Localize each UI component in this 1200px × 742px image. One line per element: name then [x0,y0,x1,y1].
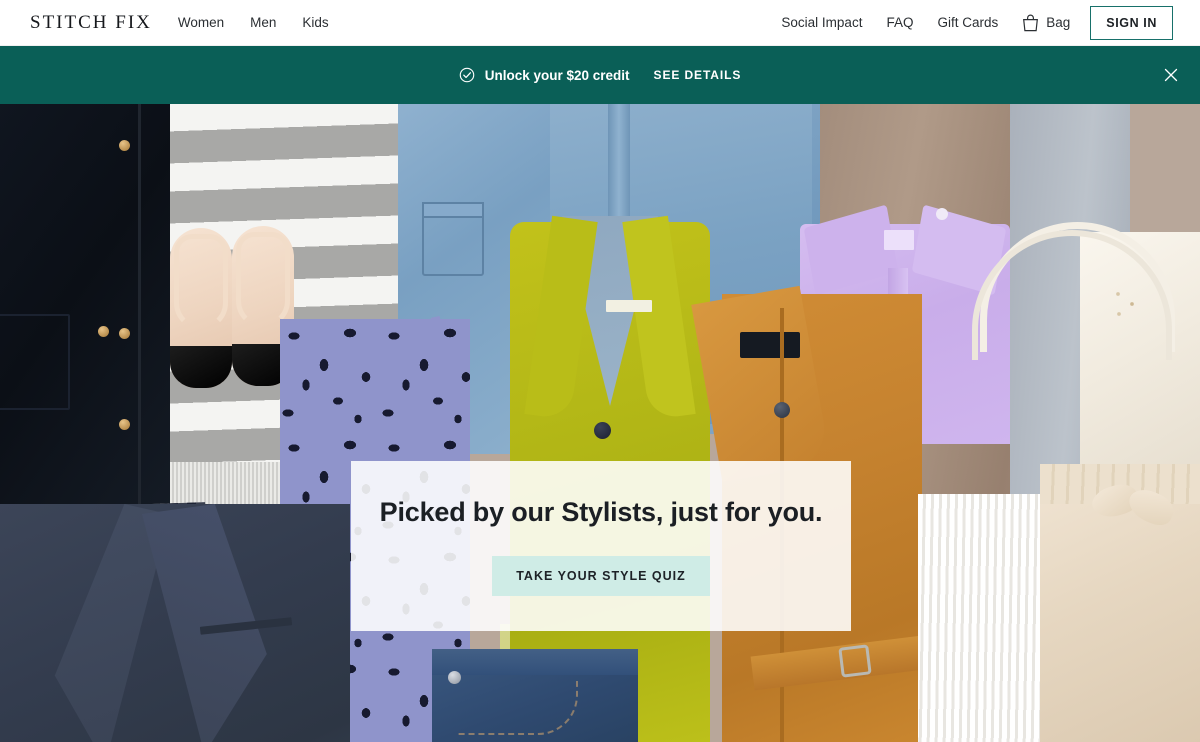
jacket-patch-pocket [0,314,70,410]
trench-brand-tag [740,332,800,358]
hero-image: Picked by our Stylists, just for you. TA… [0,104,1200,742]
nav-item-faq[interactable]: FAQ [886,15,913,30]
hero-headline: Picked by our Stylists, just for you. [379,496,823,527]
nav-item-gift-cards[interactable]: Gift Cards [937,15,998,30]
shoe-strap [174,234,228,330]
primary-nav: Women Men Kids [178,15,329,30]
jacket-gold-button [119,328,130,339]
trench-sleeve-belt [750,635,926,691]
promo-text: Unlock your $20 credit [484,67,630,83]
bag-label: Bag [1046,15,1071,30]
white-ribbed-knit [918,494,1050,742]
take-style-quiz-button[interactable]: TAKE YOUR STYLE QUIZ [492,555,710,596]
slingback-flat-left [170,228,232,388]
hero-overlay-panel: Picked by our Stylists, just for you. TA… [351,461,851,631]
trench-belt-buckle [838,644,872,678]
nav-item-women[interactable]: Women [178,15,224,30]
denim-jacket-pocket [422,208,484,276]
shoe-toe-cap [170,346,232,388]
site-logo[interactable]: STITCH FIX [30,12,152,34]
circle-check-icon [459,67,475,83]
jeans-pocket-stitching [458,681,578,735]
cardigan-collar-right [622,215,696,421]
navy-blazer [0,504,350,742]
blue-jeans [432,649,638,742]
tote-embroidery [1114,290,1140,324]
black-jacket-seam [138,104,141,534]
page-root: STITCH FIX Women Men Kids Social Impact … [0,0,1200,742]
bag-link[interactable]: Bag [1022,14,1070,32]
sign-in-button[interactable]: SIGN IN [1090,5,1173,40]
cream-tote-bag [972,222,1200,472]
jacket-gold-button [98,326,109,337]
denim-jacket-pocket-flap [422,202,484,218]
promo-content: Unlock your $20 credit SEE DETAILS [459,67,742,83]
nav-item-social-impact[interactable]: Social Impact [781,15,862,30]
utility-nav: Social Impact FAQ Gift Cards Bag [781,14,1070,32]
shoe-strap [236,232,290,328]
promo-see-details-link[interactable]: SEE DETAILS [654,68,742,82]
cardigan-button [594,422,611,439]
beige-paperbag-trousers [1040,464,1200,742]
close-icon [1164,68,1178,82]
shopping-bag-icon [1023,14,1039,31]
jacket-gold-button [119,419,130,430]
promo-banner: Unlock your $20 credit SEE DETAILS [0,46,1200,104]
promo-close-button[interactable] [1156,60,1186,90]
nav-item-kids[interactable]: Kids [302,15,328,30]
cardigan-brand-label [606,300,652,312]
polo-hanger-tab [936,208,948,220]
jeans-waistband [432,649,638,675]
polo-brand-label [884,230,914,250]
site-header: STITCH FIX Women Men Kids Social Impact … [0,0,1200,46]
jacket-gold-button [119,140,130,151]
cardigan-collar-left [524,215,598,421]
trench-collar [691,285,831,483]
trousers-tie-bow [1092,486,1178,538]
nav-item-men[interactable]: Men [250,15,276,30]
trench-button [774,402,790,418]
black-jacket [0,104,170,534]
